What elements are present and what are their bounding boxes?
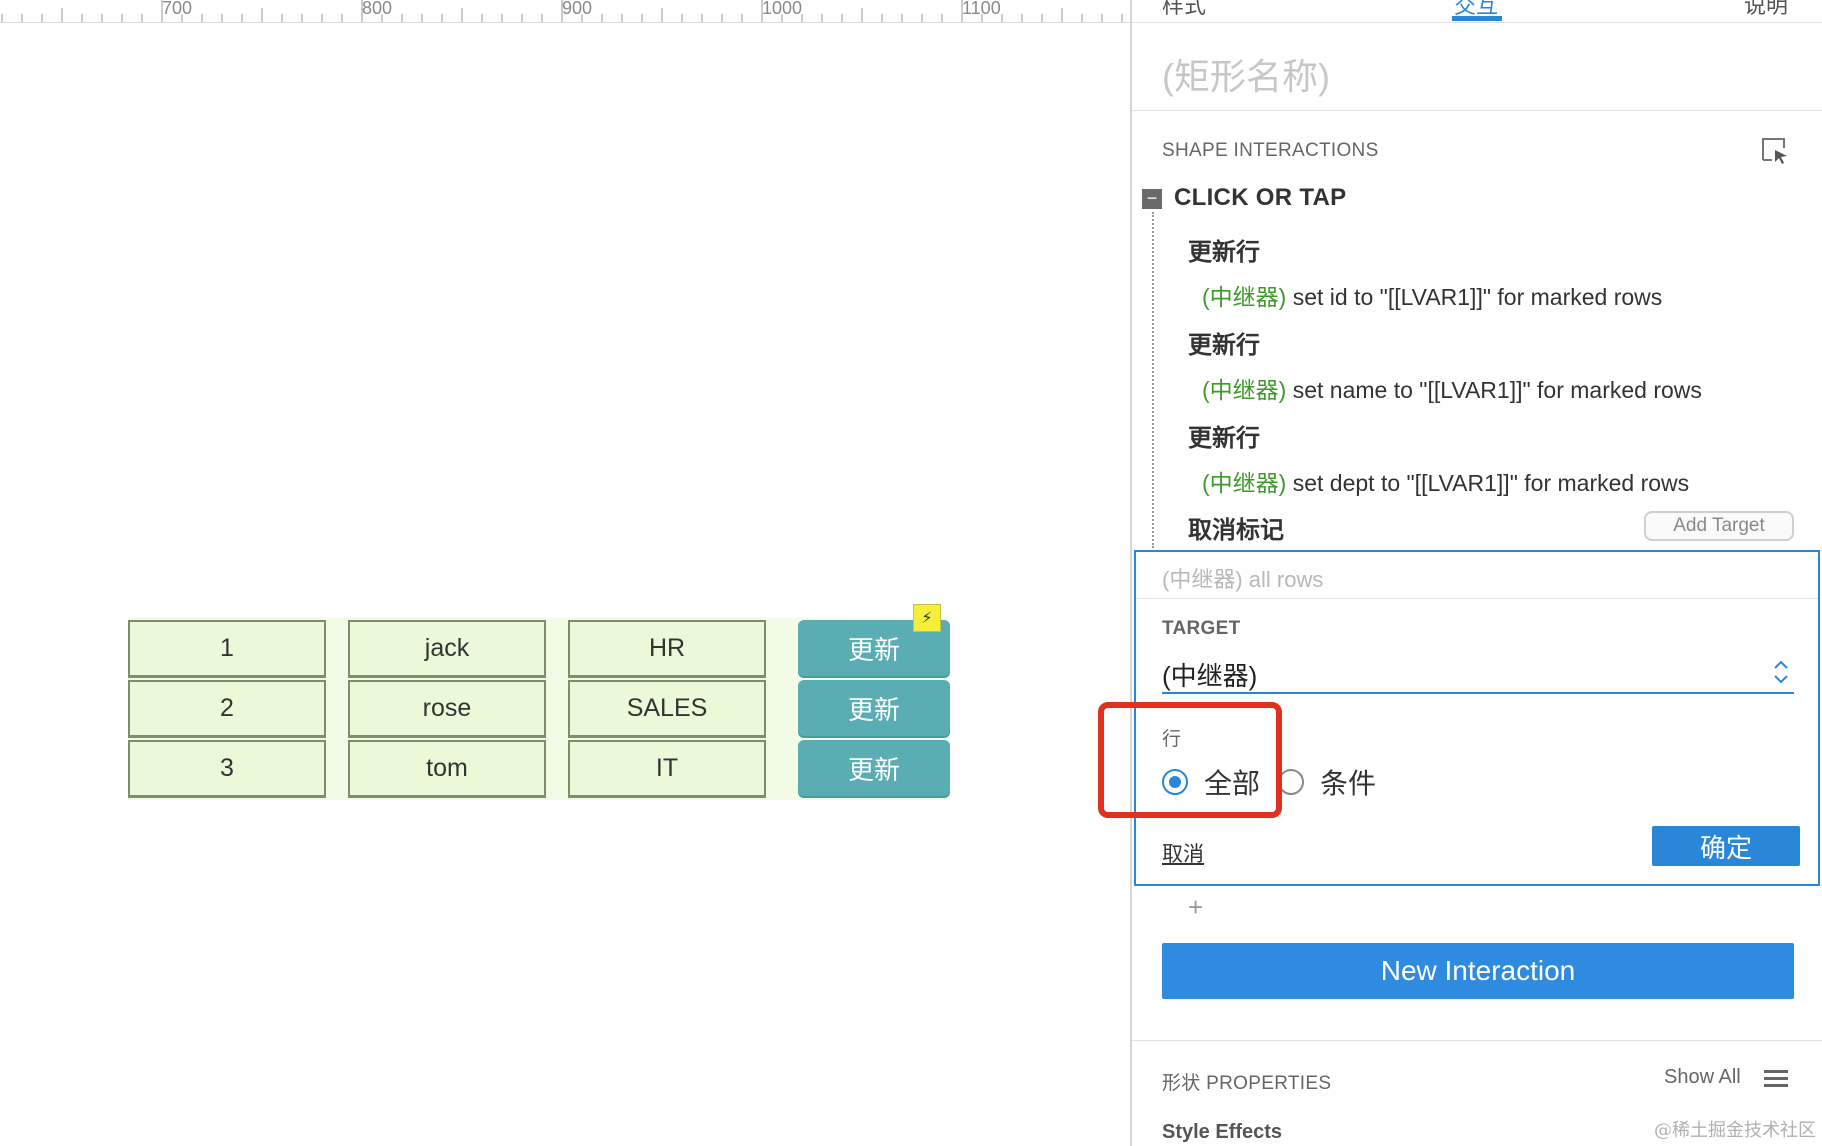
divider (1132, 1040, 1822, 1041)
cell-id[interactable]: 3 (128, 740, 326, 798)
horizontal-ruler: 700 800 900 1000 1100 (0, 0, 1130, 23)
watermark: @稀土掘金技术社区 (1654, 1120, 1816, 1141)
chevron-updown-icon (1774, 660, 1788, 684)
cancel-link[interactable]: 取消 (1162, 838, 1204, 868)
action-target: (中继器) (1202, 377, 1287, 403)
cell-dept[interactable]: IT (568, 740, 766, 798)
panel-tabs: 样式 交互 说明 (1132, 0, 1822, 23)
cell-name[interactable]: rose (348, 680, 546, 738)
tab-style[interactable]: 样式 (1162, 0, 1206, 20)
action-text: set name to "[[LVAR1]]" for marked rows (1286, 377, 1702, 403)
active-tab-indicator (1452, 16, 1502, 21)
interactions-panel: 样式 交互 说明 (矩形名称) SHAPE INTERACTIONS − CLI… (1130, 0, 1822, 1146)
lightning-icon[interactable]: ⚡ (913, 604, 941, 632)
tab-notes[interactable]: 说明 (1744, 0, 1788, 20)
design-canvas[interactable]: 700 800 900 1000 1100 1 jack HR 更新 2 ros… (0, 0, 1130, 1146)
menu-icon[interactable] (1764, 1069, 1788, 1089)
editor-summary: (中继器) all rows (1162, 567, 1324, 592)
ruler-label: 800 (362, 0, 393, 18)
style-effects-header[interactable]: Style Effects (1162, 1121, 1282, 1144)
radio-condition-rows[interactable]: 条件 (1278, 762, 1376, 802)
radio-label: 条件 (1320, 768, 1377, 799)
action-description[interactable]: (中继器) set name to "[[LVAR1]]" for marked… (1202, 371, 1702, 405)
action-name[interactable]: 更新行 (1188, 232, 1260, 267)
target-select[interactable]: (中继器) (1162, 652, 1794, 694)
cell-dept[interactable]: SALES (568, 680, 766, 738)
tree-connector (1152, 212, 1154, 548)
update-button[interactable]: 更新 (798, 680, 950, 736)
shape-name-field[interactable]: (矩形名称) (1162, 48, 1330, 100)
show-all-link[interactable]: Show All (1664, 1066, 1741, 1089)
action-target: (中继器) (1202, 284, 1287, 310)
ruler-label: 900 (562, 0, 593, 18)
cell-id[interactable]: 2 (128, 680, 326, 738)
select-target-icon[interactable] (1760, 136, 1790, 166)
cell-id[interactable]: 1 (128, 620, 326, 678)
action-text: set id to "[[LVAR1]]" for marked rows (1286, 284, 1663, 310)
action-description[interactable]: (中继器) set dept to "[[LVAR1]]" for marked… (1202, 464, 1689, 498)
update-button[interactable]: 更新 (798, 740, 950, 796)
action-name[interactable]: 取消标记 (1188, 510, 1284, 545)
ruler-label: 700 (162, 0, 193, 18)
action-name[interactable]: 更新行 (1188, 325, 1260, 360)
target-select-value: (中继器) (1162, 661, 1258, 691)
annotation-highlight-box (1098, 702, 1282, 818)
divider (1136, 598, 1818, 599)
event-title[interactable]: CLICK OR TAP (1174, 184, 1346, 212)
new-interaction-button[interactable]: New Interaction (1162, 943, 1794, 999)
collapse-icon[interactable]: − (1142, 189, 1162, 209)
add-action-icon[interactable]: + (1188, 892, 1203, 923)
cell-name[interactable]: jack (348, 620, 546, 678)
ruler-label: 1000 (762, 0, 803, 18)
properties-title: 形状 PROPERTIES (1162, 1073, 1332, 1094)
action-description[interactable]: (中继器) set id to "[[LVAR1]]" for marked r… (1202, 278, 1662, 312)
cell-dept[interactable]: HR (568, 620, 766, 678)
action-text: set dept to "[[LVAR1]]" for marked rows (1286, 470, 1690, 496)
ruler-label: 1100 (962, 0, 1001, 18)
action-target: (中继器) (1202, 470, 1287, 496)
target-label: TARGET (1162, 618, 1241, 639)
section-title: SHAPE INTERACTIONS (1162, 140, 1379, 161)
add-target-button[interactable]: Add Target (1644, 511, 1794, 541)
action-name[interactable]: 更新行 (1188, 418, 1260, 453)
cell-name[interactable]: tom (348, 740, 546, 798)
divider (1132, 110, 1822, 111)
confirm-button[interactable]: 确定 (1652, 826, 1800, 866)
